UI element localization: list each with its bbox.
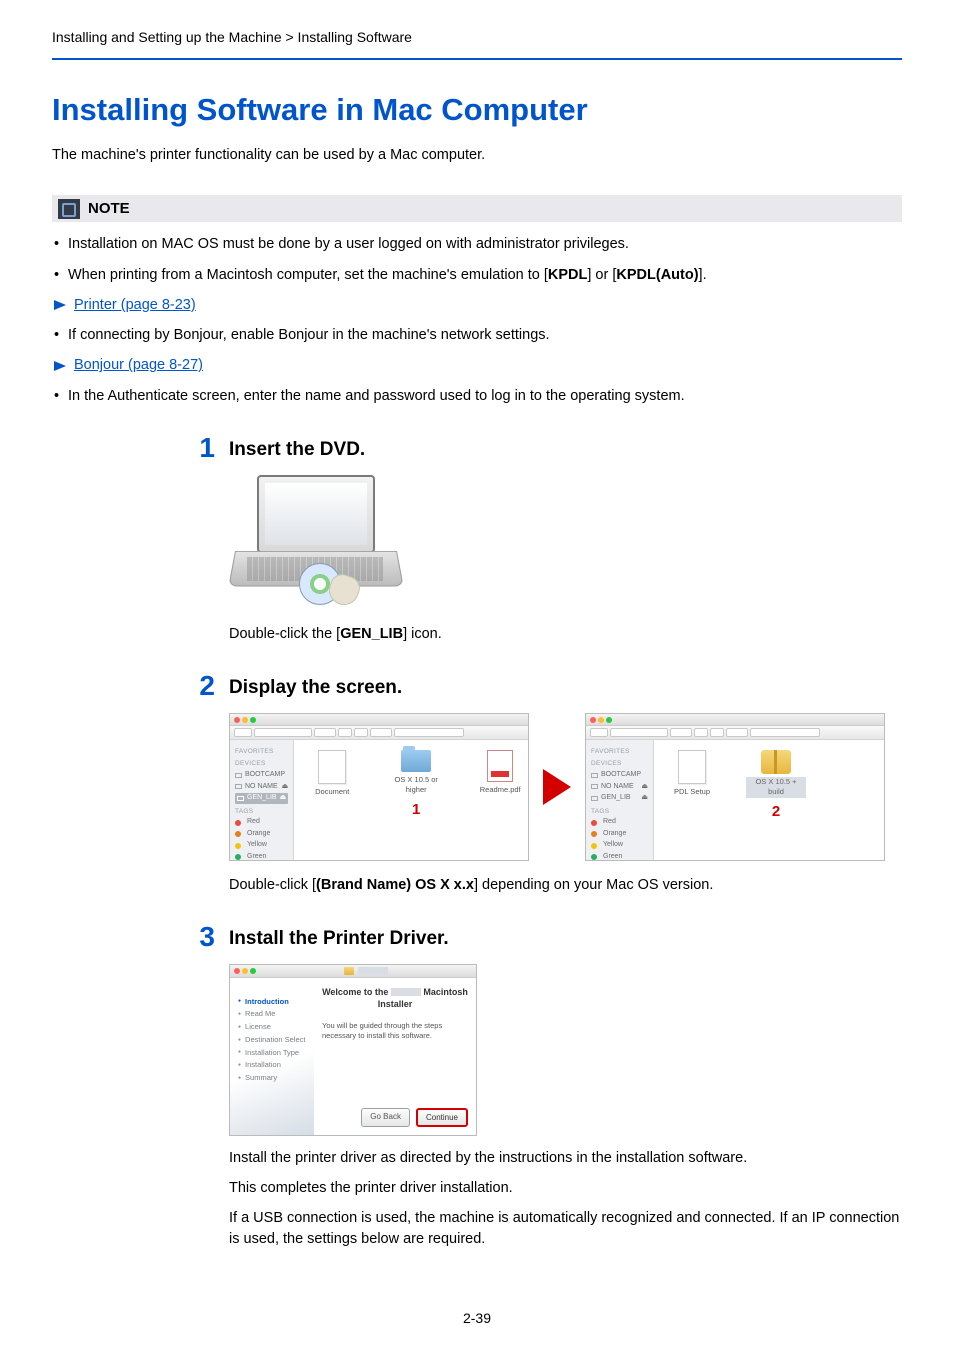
file-pdl-setup[interactable]: PDL Setup (662, 750, 722, 798)
step-3-p1: Install the printer driver as directed b… (229, 1148, 902, 1168)
file-osx-folder[interactable]: OS X 10.5 or higher1 (386, 750, 446, 820)
tag-red[interactable]: Red (235, 817, 288, 828)
breadcrumb: Installing and Setting up the Machine > … (52, 28, 902, 60)
installer-step-installation: Installation (238, 1059, 308, 1072)
tag-orange[interactable]: Orange (235, 829, 288, 840)
note-icon (58, 199, 80, 219)
step-1-number: 1 (189, 434, 215, 462)
sidebar-genlib[interactable]: GEN_LIB⏏ (591, 793, 648, 804)
note-label: NOTE (88, 198, 130, 219)
file-osx-build-pkg[interactable]: OS X 10.5 + build2 (746, 750, 806, 822)
finder-screenshots-row: FAVORITES DEVICES BOOTCAMP NO NAME⏏ GEN_… (229, 713, 902, 861)
note-header: NOTE (52, 195, 902, 222)
gen-lib-label: GEN_LIB (340, 626, 403, 642)
note-bullet-list-2: If connecting by Bonjour, enable Bonjour… (52, 325, 902, 345)
page-title: Installing Software in Mac Computer (52, 88, 902, 131)
bonjour-link[interactable]: Bonjour (page 8-27) (74, 355, 203, 375)
intro-paragraph: The machine's printer functionality can … (52, 145, 902, 165)
brand-mask (358, 967, 388, 975)
brand-os-label: (Brand Name) OS X x.x (316, 877, 474, 893)
go-back-button[interactable]: Go Back (361, 1108, 410, 1127)
text: ] depending on your Mac OS version. (474, 877, 713, 893)
finder-window-right: FAVORITES DEVICES BOOTCAMP NO NAME⏏ GEN_… (585, 713, 885, 861)
kpdl-auto: KPDL(Auto) (616, 267, 698, 283)
package-icon (344, 967, 354, 975)
sidebar-noname[interactable]: NO NAME⏏ (235, 782, 288, 793)
tag-green[interactable]: Green (591, 852, 648, 861)
text: ]. (699, 267, 707, 283)
step-2: 2 Display the screen. FAVORITES (52, 672, 902, 895)
finder-main-pane: Document OS X 10.5 or higher1 Readme.pdf (294, 740, 529, 860)
installer-step-introduction: Introduction (238, 996, 308, 1009)
finder-sidebar: FAVORITES DEVICES BOOTCAMP NO NAME⏏ GEN_… (586, 740, 654, 860)
text: ] icon. (403, 626, 442, 642)
arrow-icon (54, 361, 66, 371)
installer-step-license: License (238, 1021, 308, 1034)
page-number: 2-39 (52, 1309, 902, 1329)
step-1-text: Double-click the [GEN_LIB] icon. (229, 624, 902, 644)
file-document[interactable]: Document (302, 750, 362, 798)
printer-link[interactable]: Printer (page 8-23) (74, 295, 196, 315)
tag-yellow[interactable]: Yellow (235, 840, 288, 851)
step-2-heading: Display the screen. (229, 672, 402, 701)
note-bullet-list: Installation on MAC OS must be done by a… (52, 234, 902, 285)
note-box: NOTE (52, 195, 902, 222)
installer-step-summary: Summary (238, 1072, 308, 1085)
tag-green[interactable]: Green (235, 852, 288, 861)
callout-1: 1 (412, 799, 420, 820)
note-bullet-1: Installation on MAC OS must be done by a… (54, 234, 902, 254)
installer-main: Welcome to the Macintosh Installer You w… (314, 978, 476, 1135)
note-bullet-list-3: In the Authenticate screen, enter the na… (52, 386, 902, 406)
link-row-printer: Printer (page 8-23) (54, 295, 902, 315)
installer-step-type: Installation Type (238, 1047, 308, 1060)
continue-button[interactable]: Continue (416, 1108, 468, 1127)
sidebar-devices: DEVICES (591, 759, 648, 769)
sidebar-bootcamp[interactable]: BOOTCAMP (591, 770, 648, 781)
tag-orange[interactable]: Orange (591, 829, 648, 840)
sidebar-favorites: FAVORITES (235, 747, 288, 757)
laptop-dvd-illustration (229, 475, 409, 610)
step-2-text: Double-click [(Brand Name) OS X x.x] dep… (229, 875, 902, 895)
sidebar-devices: DEVICES (235, 759, 288, 769)
sidebar-favorites: FAVORITES (591, 747, 648, 757)
note-bullet-3: If connecting by Bonjour, enable Bonjour… (54, 325, 902, 345)
step-3-p3: If a USB connection is used, the machine… (229, 1208, 902, 1249)
sidebar-tags: TAGS (235, 807, 288, 817)
installer-step-readme: Read Me (238, 1008, 308, 1021)
text: Double-click the [ (229, 626, 340, 642)
callout-2: 2 (772, 801, 780, 822)
installer-step-destination: Destination Select (238, 1034, 308, 1047)
kpdl: KPDL (548, 267, 587, 283)
step-3-p2: This completes the printer driver instal… (229, 1178, 902, 1198)
arrow-icon (54, 300, 66, 310)
sidebar-tags: TAGS (591, 807, 648, 817)
sidebar-genlib[interactable]: GEN_LIB⏏ (235, 793, 288, 804)
text: When printing from a Macintosh computer,… (68, 267, 548, 283)
installer-welcome: Welcome to the Macintosh Installer (322, 986, 468, 1011)
note-bullet-2: When printing from a Macintosh computer,… (54, 265, 902, 285)
sidebar-bootcamp[interactable]: BOOTCAMP (235, 770, 288, 781)
finder-window-left: FAVORITES DEVICES BOOTCAMP NO NAME⏏ GEN_… (229, 713, 529, 861)
installer-window: Introduction Read Me License Destination… (229, 964, 477, 1136)
finder-main-pane: PDL Setup OS X 10.5 + build2 (654, 740, 884, 860)
installer-sidebar: Introduction Read Me License Destination… (230, 978, 314, 1135)
step-3-heading: Install the Printer Driver. (229, 923, 449, 952)
file-readme-pdf[interactable]: Readme.pdf (470, 750, 529, 796)
step-3: 3 Install the Printer Driver. Introducti… (52, 923, 902, 1249)
tag-red[interactable]: Red (591, 817, 648, 828)
installer-titlebar (230, 965, 476, 978)
step-1-heading: Insert the DVD. (229, 434, 365, 463)
text: Double-click [ (229, 877, 316, 893)
note-bullet-4: In the Authenticate screen, enter the na… (54, 386, 902, 406)
red-arrow-icon (543, 769, 571, 805)
step-3-number: 3 (189, 923, 215, 951)
step-2-number: 2 (189, 672, 215, 700)
step-1: 1 Insert the DVD. Double-click the [GEN_… (52, 434, 902, 644)
tag-yellow[interactable]: Yellow (591, 840, 648, 851)
sidebar-noname[interactable]: NO NAME⏏ (591, 782, 648, 793)
installer-body-text: You will be guided through the steps nec… (322, 1021, 468, 1042)
link-row-bonjour: Bonjour (page 8-27) (54, 355, 902, 375)
finder-sidebar: FAVORITES DEVICES BOOTCAMP NO NAME⏏ GEN_… (230, 740, 294, 860)
text: ] or [ (587, 267, 616, 283)
